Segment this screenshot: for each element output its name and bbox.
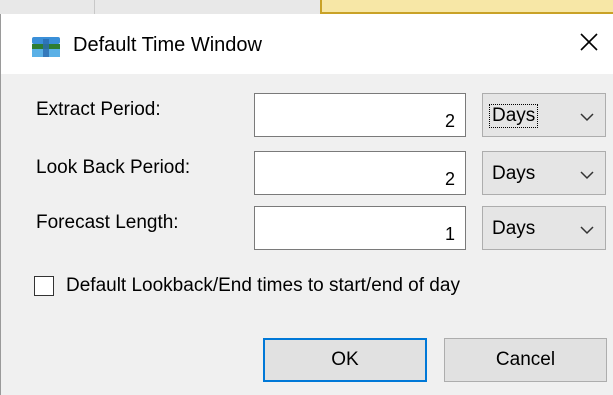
background-window bbox=[0, 0, 613, 14]
default-lookback-checkbox[interactable] bbox=[34, 276, 54, 296]
look-back-period-row: Look Back Period: Days bbox=[1, 151, 613, 195]
dialog-title: Default Time Window bbox=[73, 34, 262, 56]
close-button[interactable] bbox=[571, 26, 607, 62]
extract-period-unit-dropdown[interactable]: Days bbox=[482, 93, 606, 137]
screen: Default Time Window Extract Period: Days bbox=[0, 0, 613, 395]
background-cell bbox=[94, 0, 321, 14]
chevron-down-icon bbox=[579, 110, 595, 122]
forecast-length-unit-value: Days bbox=[492, 218, 536, 239]
title-bar: Default Time Window bbox=[1, 14, 613, 74]
extract-period-label: Extract Period: bbox=[36, 99, 161, 120]
forecast-length-input[interactable] bbox=[254, 206, 466, 250]
default-time-window-dialog: Default Time Window Extract Period: Days bbox=[0, 14, 613, 395]
ok-button[interactable]: OK bbox=[263, 338, 427, 382]
extract-period-row: Extract Period: Days bbox=[1, 93, 613, 137]
forecast-length-unit-dropdown[interactable]: Days bbox=[482, 206, 606, 250]
extract-period-unit-value: Days bbox=[488, 104, 539, 128]
chevron-down-icon bbox=[579, 223, 595, 235]
extract-period-input[interactable] bbox=[254, 93, 466, 137]
cancel-button[interactable]: Cancel bbox=[444, 338, 607, 382]
chevron-down-icon bbox=[579, 168, 595, 180]
forecast-length-row: Forecast Length: Days bbox=[1, 206, 613, 250]
look-back-period-input[interactable] bbox=[254, 151, 466, 195]
default-lookback-checkbox-label[interactable]: Default Lookback/End times to start/end … bbox=[66, 275, 460, 297]
look-back-period-label: Look Back Period: bbox=[36, 157, 191, 178]
forecast-length-label: Forecast Length: bbox=[36, 212, 179, 233]
look-back-period-unit-dropdown[interactable]: Days bbox=[482, 151, 606, 195]
ground-water-icon bbox=[31, 36, 61, 58]
close-icon bbox=[579, 32, 599, 57]
background-cell bbox=[0, 0, 95, 14]
look-back-period-unit-value: Days bbox=[492, 163, 536, 184]
background-highlight bbox=[320, 0, 613, 14]
